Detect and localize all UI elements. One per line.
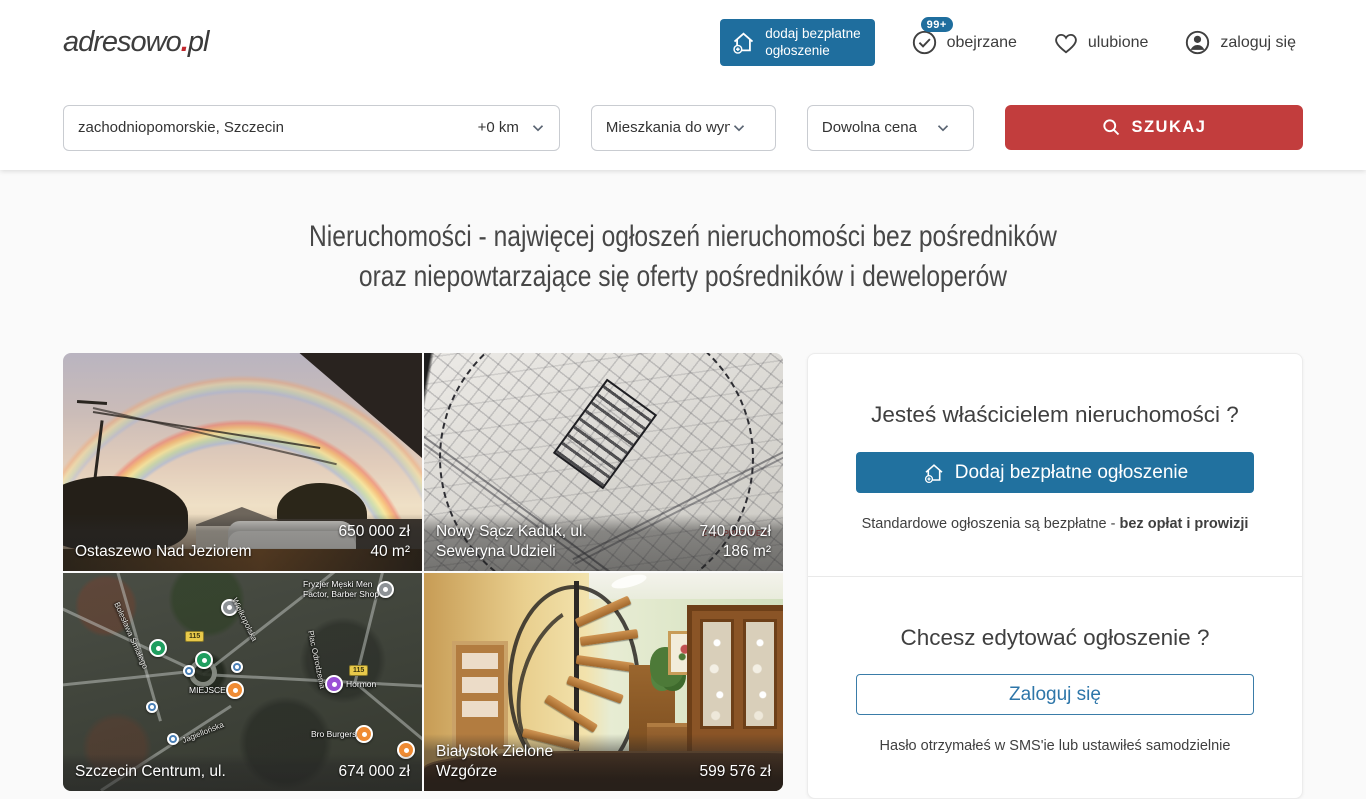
viewed-button[interactable]: 99+ obejrzane [911, 29, 1017, 56]
top-bar: adresowo.pl dodaj bezpłatne ogłoszenie [0, 0, 1366, 85]
listing-grid: Ostaszewo Nad Jeziorem 650 000 zł 40 m² … [63, 353, 783, 791]
photo-wire [93, 407, 337, 465]
main-content: Nieruchomości - najwięcej ogłoszeń nieru… [0, 170, 1366, 799]
house-plus-icon [730, 29, 757, 56]
listing-title: Szczecin Centrum, ul. [75, 762, 226, 782]
sidebar-owner-section: Jesteś właścicielem nieruchomości ? Doda… [808, 354, 1302, 576]
login-label: zaloguj się [1220, 34, 1296, 52]
edit-note: Hasło otrzymałeś w SMS'ie lub ustawiłeś … [856, 738, 1254, 754]
listing-price: 674 000 zł [338, 762, 410, 782]
logo-dot: . [181, 26, 188, 58]
chevron-down-icon [934, 119, 952, 137]
listing-card-ostaszewo[interactable]: Ostaszewo Nad Jeziorem 650 000 zł 40 m² [63, 353, 422, 571]
logo-tld: pl [188, 26, 209, 58]
map-pin-green [195, 651, 213, 669]
map-pin-blue [183, 665, 195, 677]
listing-caption: Nowy Sącz Kaduk, ul. Seweryna Udzieli 74… [424, 514, 783, 571]
listing-price: 740 000 zł [699, 522, 771, 542]
add-listing-label: dodaj bezpłatne ogłoszenie [765, 26, 860, 60]
map-pin-blue [231, 661, 243, 673]
listing-caption: Ostaszewo Nad Jeziorem 650 000 zł 40 m² [63, 514, 422, 571]
check-circle-icon: 99+ [911, 29, 938, 56]
page-title: Nieruchomości - najwięcej ogłoszeń nieru… [63, 170, 1303, 353]
search-submit-label: SZUKAJ [1131, 118, 1206, 137]
viewed-count-badge: 99+ [921, 17, 953, 32]
listing-area: 186 m² [699, 542, 771, 562]
add-listing-button[interactable]: dodaj bezpłatne ogłoszenie [720, 19, 874, 67]
heart-icon [1053, 30, 1079, 56]
chevron-down-icon [730, 119, 748, 137]
sidebar-add-listing-label: Dodaj bezpłatne ogłoszenie [955, 462, 1188, 484]
map-pin-blue [167, 733, 179, 745]
columns: Ostaszewo Nad Jeziorem 650 000 zł 40 m² … [63, 353, 1303, 799]
listing-price: 650 000 zł [338, 522, 410, 542]
map-pin-gray [377, 581, 394, 598]
listing-card-bialystok[interactable]: Białystok Zielone Wzgórze 599 576 zł [424, 573, 783, 791]
map-route-shield: 115 [185, 631, 204, 642]
photo-pole-arm [77, 400, 107, 405]
map-route-shield: 115 [349, 665, 368, 676]
map-pin-green [149, 639, 167, 657]
page-title-line-1: Nieruchomości - najwięcej ogłoszeń nieru… [175, 217, 1192, 257]
listing-caption: Szczecin Centrum, ul. 674 000 zł [63, 754, 422, 791]
header-actions: dodaj bezpłatne ogłoszenie 99+ obejrzane [720, 19, 1296, 67]
category-select[interactable]: Mieszkania do wynajęcia [591, 105, 776, 151]
sidebar-edit-section: Chcesz edytować ogłoszenie ? Zaloguj się… [808, 577, 1302, 798]
price-value: Dowolna cena [822, 119, 934, 136]
sidebar-login-button[interactable]: Zaloguj się [856, 674, 1254, 715]
price-select[interactable]: Dowolna cena [807, 105, 974, 151]
house-plus-icon [922, 461, 946, 485]
search-icon [1101, 117, 1122, 138]
favorites-label: ulubione [1088, 34, 1149, 52]
sidebar-add-listing-button[interactable]: Dodaj bezpłatne ogłoszenie [856, 452, 1254, 493]
map-poi-label: Fryzjer Męski Men [303, 579, 372, 589]
login-button[interactable]: zaloguj się [1184, 29, 1296, 56]
map-pin-orange [226, 681, 244, 699]
photo-cabinet-glass [743, 619, 777, 729]
map-road [63, 669, 202, 688]
map-poi-label: Factor, Barber Shop [303, 589, 379, 599]
location-value: zachodniopomorskie, Szczecin [78, 119, 478, 136]
listing-title: Ostaszewo Nad Jeziorem [75, 542, 252, 562]
listing-numbers: 650 000 zł 40 m² [338, 522, 410, 562]
search-submit-button[interactable]: SZUKAJ [1005, 105, 1303, 150]
owner-heading: Jesteś właścicielem nieruchomości ? [856, 402, 1254, 428]
search-bar: zachodniopomorskie, Szczecin +0 km Miesz… [0, 85, 1366, 170]
listing-caption: Białystok Zielone Wzgórze 599 576 zł [424, 734, 783, 791]
sidebar: Jesteś właścicielem nieruchomości ? Doda… [807, 353, 1303, 799]
map-poi-label: MIEJSCE [189, 685, 226, 695]
map-poi-label: Hormon [346, 679, 376, 689]
map-pin-blue [146, 701, 158, 713]
site-header: adresowo.pl dodaj bezpłatne ogłoszenie [0, 0, 1366, 170]
map-street-label: Wielkopolska [230, 596, 259, 642]
listing-area: 40 m² [338, 542, 410, 562]
site-logo[interactable]: adresowo.pl [63, 26, 208, 59]
owner-note-bold: bez opłat i prowizji [1120, 516, 1249, 532]
logo-main: adresowo [63, 26, 181, 58]
listing-price: 599 576 zł [699, 762, 771, 782]
photo-cabinet-glass [700, 619, 734, 729]
owner-note: Standardowe ogłoszenia są bezpłatne - be… [856, 516, 1254, 532]
location-input[interactable]: zachodniopomorskie, Szczecin +0 km [63, 105, 560, 151]
listing-numbers: 599 576 zł [699, 762, 771, 782]
listing-title: Białystok Zielone Wzgórze [436, 742, 617, 782]
listing-numbers: 674 000 zł [338, 762, 410, 782]
listing-card-nowy-sacz[interactable]: Z up. PREZYDEN Nowy Sącz Kaduk, ul. Sewe… [424, 353, 783, 571]
map-pin-purple [325, 675, 343, 693]
chevron-down-icon [529, 119, 547, 137]
photo-roof-silhouette [247, 353, 422, 458]
person-circle-icon [1184, 29, 1211, 56]
favorites-button[interactable]: ulubione [1053, 30, 1149, 56]
listing-title: Nowy Sącz Kaduk, ul. Seweryna Udzieli [436, 522, 617, 562]
listing-numbers: 740 000 zł 186 m² [699, 522, 771, 562]
viewed-label: obejrzane [947, 34, 1017, 52]
page-title-line-2: oraz niepowtarzające się oferty pośredni… [175, 257, 1192, 297]
edit-heading: Chcesz edytować ogłoszenie ? [856, 625, 1254, 651]
category-value: Mieszkania do wynajęcia [606, 119, 730, 136]
map-pin-orange [355, 725, 373, 743]
listing-card-szczecin[interactable]: 115 115 Fryzjer Męski Men Factor, Barber… [63, 573, 422, 791]
map-poi-label: Bro Burgers [311, 729, 356, 739]
radius-value[interactable]: +0 km [478, 119, 519, 136]
